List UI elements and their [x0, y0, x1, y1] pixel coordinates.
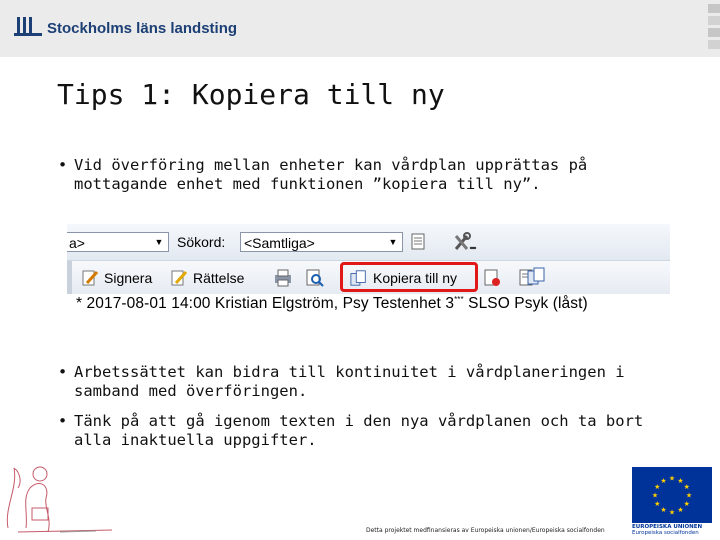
eu-star: ★ [677, 506, 683, 514]
chevron-down-icon: ▼ [154, 237, 164, 247]
print-icon[interactable] [273, 268, 293, 288]
attach-documents-icon[interactable] [526, 267, 548, 287]
eu-star: ★ [686, 492, 692, 500]
eu-line2: Europeiska socialfonden [632, 530, 699, 536]
bullet-item: • Tänk på att gå igenom texten i den nya… [58, 412, 674, 450]
eu-flag: ★ ★ ★ ★ ★ ★ ★ ★ ★ ★ ★ ★ [632, 467, 712, 523]
entry-text: * 2017-08-01 14:00 Kristian Elgström, Ps… [76, 295, 455, 313]
eu-star: ★ [660, 477, 666, 485]
corner-decoration [708, 4, 720, 49]
funding-credit: Detta projektet medfinansieras av Europe… [366, 527, 605, 534]
bullet-dot: • [58, 363, 68, 381]
preview-icon[interactable] [305, 268, 325, 288]
bullet-text: Tänk på att gå igenom texten i den nya v… [74, 412, 644, 449]
filter-select[interactable]: a> ▼ [67, 232, 169, 252]
sign-button[interactable]: Signera [81, 267, 152, 289]
correct-button-label: Rättelse [193, 270, 245, 286]
search-select[interactable]: <Samtliga> ▼ [240, 232, 403, 252]
bullet-item: • Arbetssättet kan bidra till kontinuite… [58, 363, 674, 401]
highlight-frame [340, 262, 478, 292]
correct-button[interactable]: Rättelse [170, 267, 244, 289]
bullet-item: • Vid överföring mellan enheter kan vård… [58, 156, 674, 194]
sign-pen-icon [82, 270, 99, 286]
app-screenshot: a> ▼ Sökord: <Samtliga> ▼ Signera Rättel… [67, 224, 670, 335]
handdrawn-sketch-illustration [6, 466, 113, 533]
correct-pen-icon [171, 270, 188, 286]
sign-button-label: Signera [104, 270, 153, 286]
bullet-dot: • [58, 412, 68, 430]
document-list-icon[interactable] [409, 232, 429, 252]
eu-star: ★ [669, 509, 675, 517]
chevron-down-icon: ▼ [388, 237, 398, 247]
bullet-text: Vid överföring mellan enheter kan vårdpl… [74, 156, 588, 193]
tools-icon[interactable] [453, 232, 477, 252]
record-entry-row[interactable]: * 2017-08-01 14:00 Kristian Elgström, Ps… [76, 295, 588, 313]
sll-logo-icon [14, 17, 42, 36]
filter-select-value: a> [69, 235, 85, 251]
entry-superscript: *** [454, 295, 464, 304]
search-label: Sökord: [177, 234, 226, 250]
eu-logo: ★ ★ ★ ★ ★ ★ ★ ★ ★ ★ ★ ★ EUROPEISKA UNIONEN Europeis… [632, 467, 712, 537]
sll-logo: Stockholms läns landsting [14, 15, 237, 41]
bullet-dot: • [58, 156, 68, 174]
bullet-text: Arbetssättet kan bidra till kontinuitet … [74, 363, 625, 400]
eu-stars-icon: ★★★★★★★★★ ★ ★★ [652, 475, 692, 517]
eu-star: ★ [684, 500, 690, 508]
eu-star: ★ [660, 506, 666, 514]
header-bar: Stockholms läns landsting [0, 0, 720, 57]
top-toolbar: a> ▼ Sökord: <Samtliga> ▼ [67, 224, 670, 260]
eu-star: ★ [654, 500, 660, 508]
eu-star: ★ [669, 475, 675, 483]
entry-tail: SLSO Psyk (låst) [463, 295, 588, 313]
delete-document-icon[interactable] [482, 268, 502, 288]
toolbar-grip [67, 261, 72, 294]
search-select-value: <Samtliga> [244, 235, 315, 251]
eu-star: ★ [652, 492, 658, 500]
eu-star: ★ [684, 483, 690, 491]
logo-text: Stockholms läns landsting [47, 19, 238, 37]
slide-title: Tips 1: Kopiera till ny [57, 78, 445, 111]
